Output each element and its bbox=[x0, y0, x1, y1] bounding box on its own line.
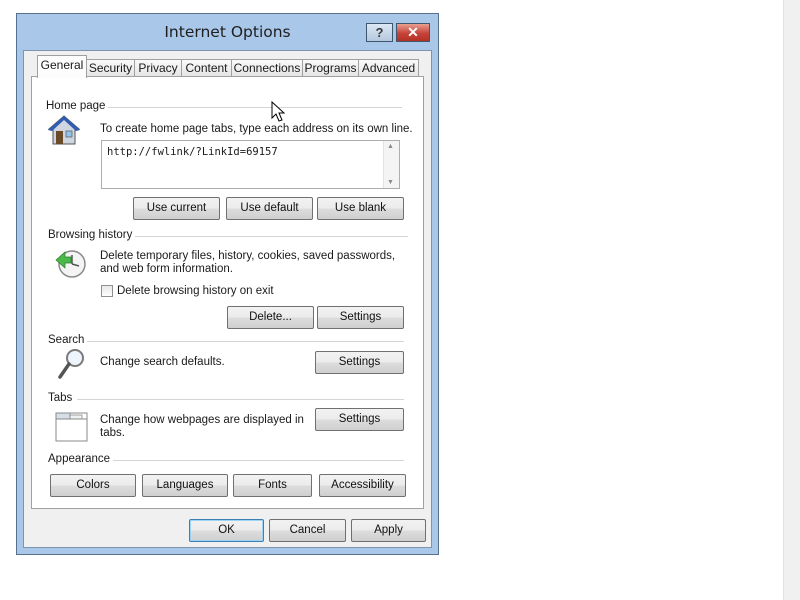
history-settings-button[interactable]: Settings bbox=[317, 306, 404, 329]
scroll-down-icon[interactable]: ▼ bbox=[387, 179, 394, 186]
delete-history-button[interactable]: Delete... bbox=[227, 306, 314, 329]
tab-advanced[interactable]: Advanced bbox=[358, 59, 419, 77]
use-current-button[interactable]: Use current bbox=[133, 197, 220, 220]
divider bbox=[132, 236, 408, 237]
colors-button[interactable]: Colors bbox=[50, 474, 136, 497]
magnifier-icon bbox=[57, 347, 87, 384]
divider bbox=[77, 399, 404, 400]
close-icon[interactable]: ✕ bbox=[396, 23, 430, 42]
divider bbox=[110, 460, 404, 461]
tab-privacy[interactable]: Privacy bbox=[134, 59, 182, 77]
internet-options-dialog: Internet Options ? ✕ General Security Pr… bbox=[16, 13, 439, 555]
accessibility-button[interactable]: Accessibility bbox=[319, 474, 406, 497]
fonts-button[interactable]: Fonts bbox=[233, 474, 312, 497]
tabs-section-label: Tabs bbox=[48, 392, 76, 404]
home-icon bbox=[47, 114, 81, 149]
cancel-button[interactable]: Cancel bbox=[269, 519, 346, 542]
scroll-up-icon[interactable]: ▲ bbox=[387, 143, 394, 150]
use-blank-button[interactable]: Use blank bbox=[317, 197, 404, 220]
browsing-history-description-line2: and web form information. bbox=[100, 263, 233, 275]
use-default-button[interactable]: Use default bbox=[226, 197, 313, 220]
home-page-description: To create home page tabs, type each addr… bbox=[100, 123, 413, 135]
textarea-scrollbar[interactable]: ▲ ▼ bbox=[383, 141, 399, 188]
delete-on-exit-label: Delete browsing history on exit bbox=[117, 285, 274, 297]
search-settings-button[interactable]: Settings bbox=[315, 351, 404, 374]
tabs-settings-button[interactable]: Settings bbox=[315, 408, 404, 431]
browsing-history-description-line1: Delete temporary files, history, cookies… bbox=[100, 250, 396, 262]
dialog-client-area: General Security Privacy Content Connect… bbox=[23, 50, 432, 548]
mouse-cursor-icon bbox=[271, 100, 286, 126]
browsing-history-section-label: Browsing history bbox=[48, 229, 136, 241]
search-section-label: Search bbox=[48, 334, 88, 346]
background-scrollbar-strip bbox=[783, 0, 800, 600]
help-icon[interactable]: ? bbox=[366, 23, 393, 42]
ok-button[interactable]: OK bbox=[189, 519, 264, 542]
home-page-section-label: Home page bbox=[46, 100, 109, 112]
home-page-url-value: http://fwlink/?LinkId=69157 bbox=[107, 146, 278, 158]
tabs-description-line2: tabs. bbox=[100, 427, 125, 439]
home-page-url-input[interactable]: http://fwlink/?LinkId=69157 ▲ ▼ bbox=[101, 140, 400, 189]
tab-content[interactable]: Content bbox=[181, 59, 232, 77]
apply-button[interactable]: Apply bbox=[351, 519, 426, 542]
search-description: Change search defaults. bbox=[100, 356, 225, 368]
divider bbox=[102, 107, 402, 108]
tab-connections[interactable]: Connections bbox=[231, 59, 303, 77]
languages-button[interactable]: Languages bbox=[142, 474, 228, 497]
tab-security[interactable]: Security bbox=[86, 59, 135, 77]
history-icon bbox=[54, 248, 88, 283]
tab-programs[interactable]: Programs bbox=[302, 59, 359, 77]
tab-general[interactable]: General bbox=[37, 55, 87, 78]
tabs-description-line1: Change how webpages are displayed in bbox=[100, 414, 304, 426]
tabs-icon bbox=[55, 411, 89, 446]
appearance-section-label: Appearance bbox=[48, 453, 114, 465]
general-tab-panel: Home page To create home page tabs, type… bbox=[31, 76, 424, 509]
divider bbox=[86, 341, 404, 342]
delete-on-exit-checkbox[interactable] bbox=[101, 285, 113, 297]
